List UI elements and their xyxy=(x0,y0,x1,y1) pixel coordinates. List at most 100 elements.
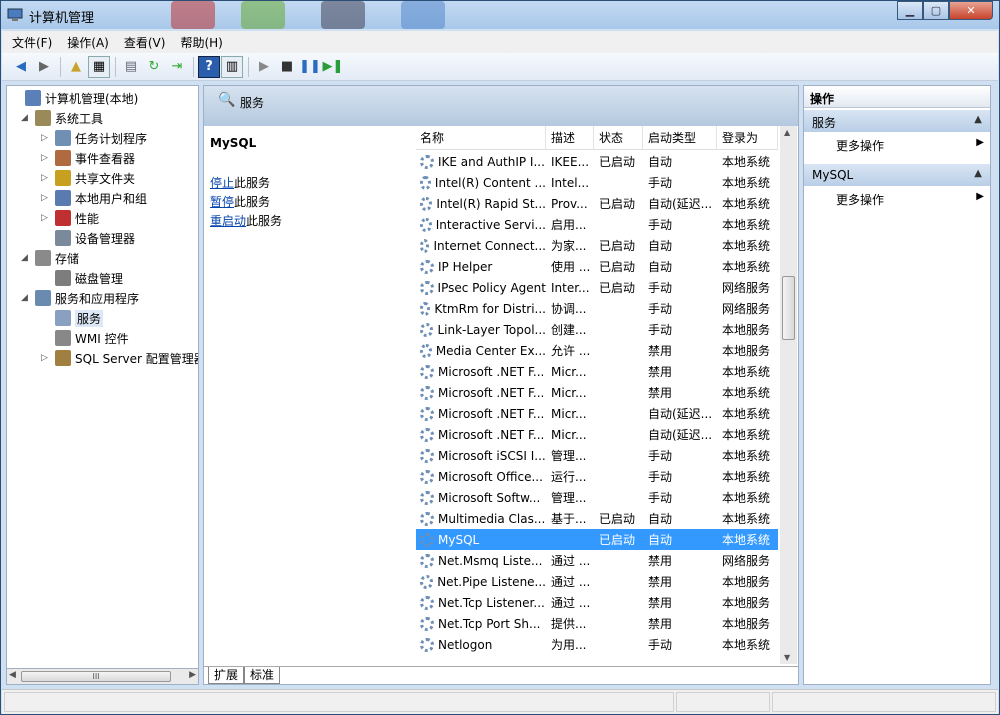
view-tabs: 扩展 标准 xyxy=(204,666,798,684)
tree-expander-icon[interactable]: ◢ xyxy=(21,293,31,303)
service-row[interactable]: Net.Pipe Listene... 通过 ... 禁用 本地服务 xyxy=(416,571,778,592)
maximize-button[interactable]: ▢ xyxy=(923,1,949,20)
service-row[interactable]: KtmRm for Distri... 协调... 手动 网络服务 xyxy=(416,298,778,319)
tree-item[interactable]: ▷ 事件查看器 xyxy=(41,148,135,168)
actions-section-mysql[interactable]: MySQL ▲ xyxy=(804,164,990,186)
close-button[interactable]: ✕ xyxy=(949,1,993,20)
up-folder-icon[interactable]: ▲ xyxy=(65,56,87,78)
tree-item[interactable]: ◢ 存储 xyxy=(21,248,79,268)
tree-item[interactable]: WMI 控件 xyxy=(41,328,129,348)
show-action-pane-icon[interactable]: ▥ xyxy=(221,55,243,78)
tree-expander-icon[interactable]: ◢ xyxy=(21,113,31,123)
tree-item[interactable]: 设备管理器 xyxy=(41,228,135,248)
service-row[interactable]: Net.Tcp Listener... 通过 ... 禁用 本地服务 xyxy=(416,592,778,613)
properties-icon[interactable]: ▤ xyxy=(120,56,142,78)
stop-service-icon[interactable]: ■ xyxy=(276,56,298,78)
menu-action[interactable]: 操作(A) xyxy=(67,34,109,51)
tree-expander-icon[interactable]: ▷ xyxy=(41,133,51,143)
bg-app-icon xyxy=(241,1,285,29)
menu-view[interactable]: 查看(V) xyxy=(124,34,166,51)
tab-standard[interactable]: 标准 xyxy=(244,667,281,684)
service-row[interactable]: Microsoft Softw... 管理... 手动 本地系统 xyxy=(416,487,778,508)
bg-app-icon xyxy=(321,1,365,29)
service-row[interactable]: Interactive Servi... 启用... 手动 本地系统 xyxy=(416,214,778,235)
service-row[interactable]: Internet Connect... 为家... 已启动 自动 本地系统 xyxy=(416,235,778,256)
tree-expander-icon[interactable]: ▷ xyxy=(41,173,51,183)
scrollbar-thumb[interactable]: III xyxy=(21,671,171,682)
tree-expander-icon[interactable]: ▷ xyxy=(41,153,51,163)
service-row[interactable]: Net.Tcp Port Sh... 提供... 禁用 本地服务 xyxy=(416,613,778,634)
collapse-icon[interactable]: ▲ xyxy=(974,168,982,179)
service-row[interactable]: Microsoft iSCSI I... 管理... 手动 本地系统 xyxy=(416,445,778,466)
restart-service-link[interactable]: 重启动 xyxy=(210,214,246,228)
start-service-icon[interactable]: ▶ xyxy=(253,56,275,78)
actions-section-services[interactable]: 服务 ▲ xyxy=(804,110,990,132)
tree-expander-icon[interactable]: ◢ xyxy=(21,253,31,263)
forward-arrow-icon[interactable]: ▶ xyxy=(33,56,55,78)
tree-item[interactable]: ▷ SQL Server 配置管理器 xyxy=(41,348,198,368)
tree-item-label: 设备管理器 xyxy=(75,231,136,246)
service-row[interactable]: Media Center Ex... 允许 ... 禁用 本地服务 xyxy=(416,340,778,361)
stop-service-link[interactable]: 停止 xyxy=(210,176,234,190)
service-row[interactable]: Intel(R) Rapid St... Prov... 已启动 自动(延迟... 本地… xyxy=(416,193,778,214)
pause-service-icon[interactable]: ❚❚ xyxy=(299,56,321,78)
scroll-left-arrow-icon[interactable]: ◀ xyxy=(9,670,16,680)
tab-extended[interactable]: 扩展 xyxy=(208,667,245,684)
tree-item[interactable]: ▷ 任务计划程序 xyxy=(41,128,147,148)
service-row[interactable]: Microsoft .NET F... Micr... 禁用 本地系统 xyxy=(416,382,778,403)
column-header-startup-type[interactable]: 启动类型 xyxy=(643,126,717,150)
tree-item[interactable]: 服务 xyxy=(41,308,104,328)
service-row[interactable]: Net.Msmq Liste... 通过 ... 禁用 网络服务 xyxy=(416,550,778,571)
tree-expander-icon[interactable]: ▷ xyxy=(41,193,51,203)
back-arrow-icon[interactable]: ◀ xyxy=(10,56,32,78)
tree-item[interactable]: 磁盘管理 xyxy=(41,268,123,288)
column-header-status[interactable]: 状态 xyxy=(594,126,643,150)
minimize-button[interactable]: ▁ xyxy=(897,1,923,20)
service-row[interactable]: Microsoft .NET F... Micr... 禁用 本地系统 xyxy=(416,361,778,382)
tree-item[interactable]: ▷ 本地用户和组 xyxy=(41,188,147,208)
scroll-right-arrow-icon[interactable]: ▶ xyxy=(189,670,196,680)
service-row[interactable]: Microsoft .NET F... Micr... 自动(延迟... 本地系统 xyxy=(416,424,778,445)
pause-service-link[interactable]: 暂停 xyxy=(210,195,234,209)
service-row[interactable]: IP Helper 使用 ... 已启动 自动 本地系统 xyxy=(416,256,778,277)
column-header-name[interactable]: 名称 xyxy=(416,126,546,150)
service-row[interactable]: Link-Layer Topol... 创建... 手动 本地服务 xyxy=(416,319,778,340)
column-header-description[interactable]: 描述 xyxy=(546,126,594,150)
export-list-icon[interactable]: ⇥ xyxy=(166,56,188,78)
tree-item[interactable]: ◢ 服务和应用程序 xyxy=(21,288,139,308)
tree-item[interactable]: ◢ 系统工具 xyxy=(21,108,103,128)
tree-expander-icon[interactable]: ▷ xyxy=(41,353,51,363)
restart-service-icon[interactable]: ▶❚ xyxy=(322,56,344,78)
tree-item[interactable]: ▷ 性能 xyxy=(41,208,99,228)
tree-item[interactable]: ▷ 共享文件夹 xyxy=(41,168,135,188)
service-logon-as: 本地系统 xyxy=(722,512,771,526)
menu-file[interactable]: 文件(F) xyxy=(12,34,52,51)
column-header-logon-as[interactable]: 登录为 xyxy=(717,126,778,150)
tree-item[interactable]: 计算机管理(本地) xyxy=(11,88,138,108)
service-name: Internet Connect... xyxy=(416,238,546,253)
scrollbar-thumb[interactable] xyxy=(782,276,795,340)
service-row[interactable]: Netlogon 为用... 手动 本地系统 xyxy=(416,634,778,655)
service-row[interactable]: IPsec Policy Agent Inter... 已启动 手动 网络服务 xyxy=(416,277,778,298)
service-row[interactable]: IKE and AuthIP I... IKEE... 已启动 自动 本地系统 xyxy=(416,151,778,172)
service-row[interactable]: Microsoft .NET F... Micr... 自动(延迟... 本地系统 xyxy=(416,403,778,424)
tree-horizontal-scrollbar[interactable]: ◀ III ▶ xyxy=(6,668,199,685)
show-tree-icon[interactable]: ▦ xyxy=(88,55,110,78)
scroll-down-arrow-icon[interactable]: ▼ xyxy=(784,653,790,662)
service-row[interactable]: Multimedia Clas... 基于... 已启动 自动 本地系统 xyxy=(416,508,778,529)
service-row[interactable]: Intel(R) Content ... Intel... 手动 本地系统 xyxy=(416,172,778,193)
more-actions-services[interactable]: 更多操作 ▶ xyxy=(804,134,990,154)
tree-expander-icon[interactable]: ▷ xyxy=(41,213,51,223)
service-row[interactable]: Microsoft Office... 运行... 手动 本地系统 xyxy=(416,466,778,487)
status-segment xyxy=(676,692,770,712)
help-icon[interactable]: ? xyxy=(198,55,220,78)
refresh-icon[interactable]: ↻ xyxy=(143,56,165,78)
services-vertical-scrollbar[interactable]: ▲ ▼ xyxy=(780,126,797,664)
collapse-icon[interactable]: ▲ xyxy=(974,114,982,125)
scroll-up-arrow-icon[interactable]: ▲ xyxy=(784,128,790,137)
service-name: Microsoft iSCSI I... xyxy=(416,448,546,463)
menu-help[interactable]: 帮助(H) xyxy=(180,34,222,51)
service-row[interactable]: MySQL 已启动 自动 本地系统 xyxy=(416,529,778,550)
service-name: Net.Tcp Port Sh... xyxy=(416,616,546,631)
more-actions-mysql[interactable]: 更多操作 ▶ xyxy=(804,188,990,208)
